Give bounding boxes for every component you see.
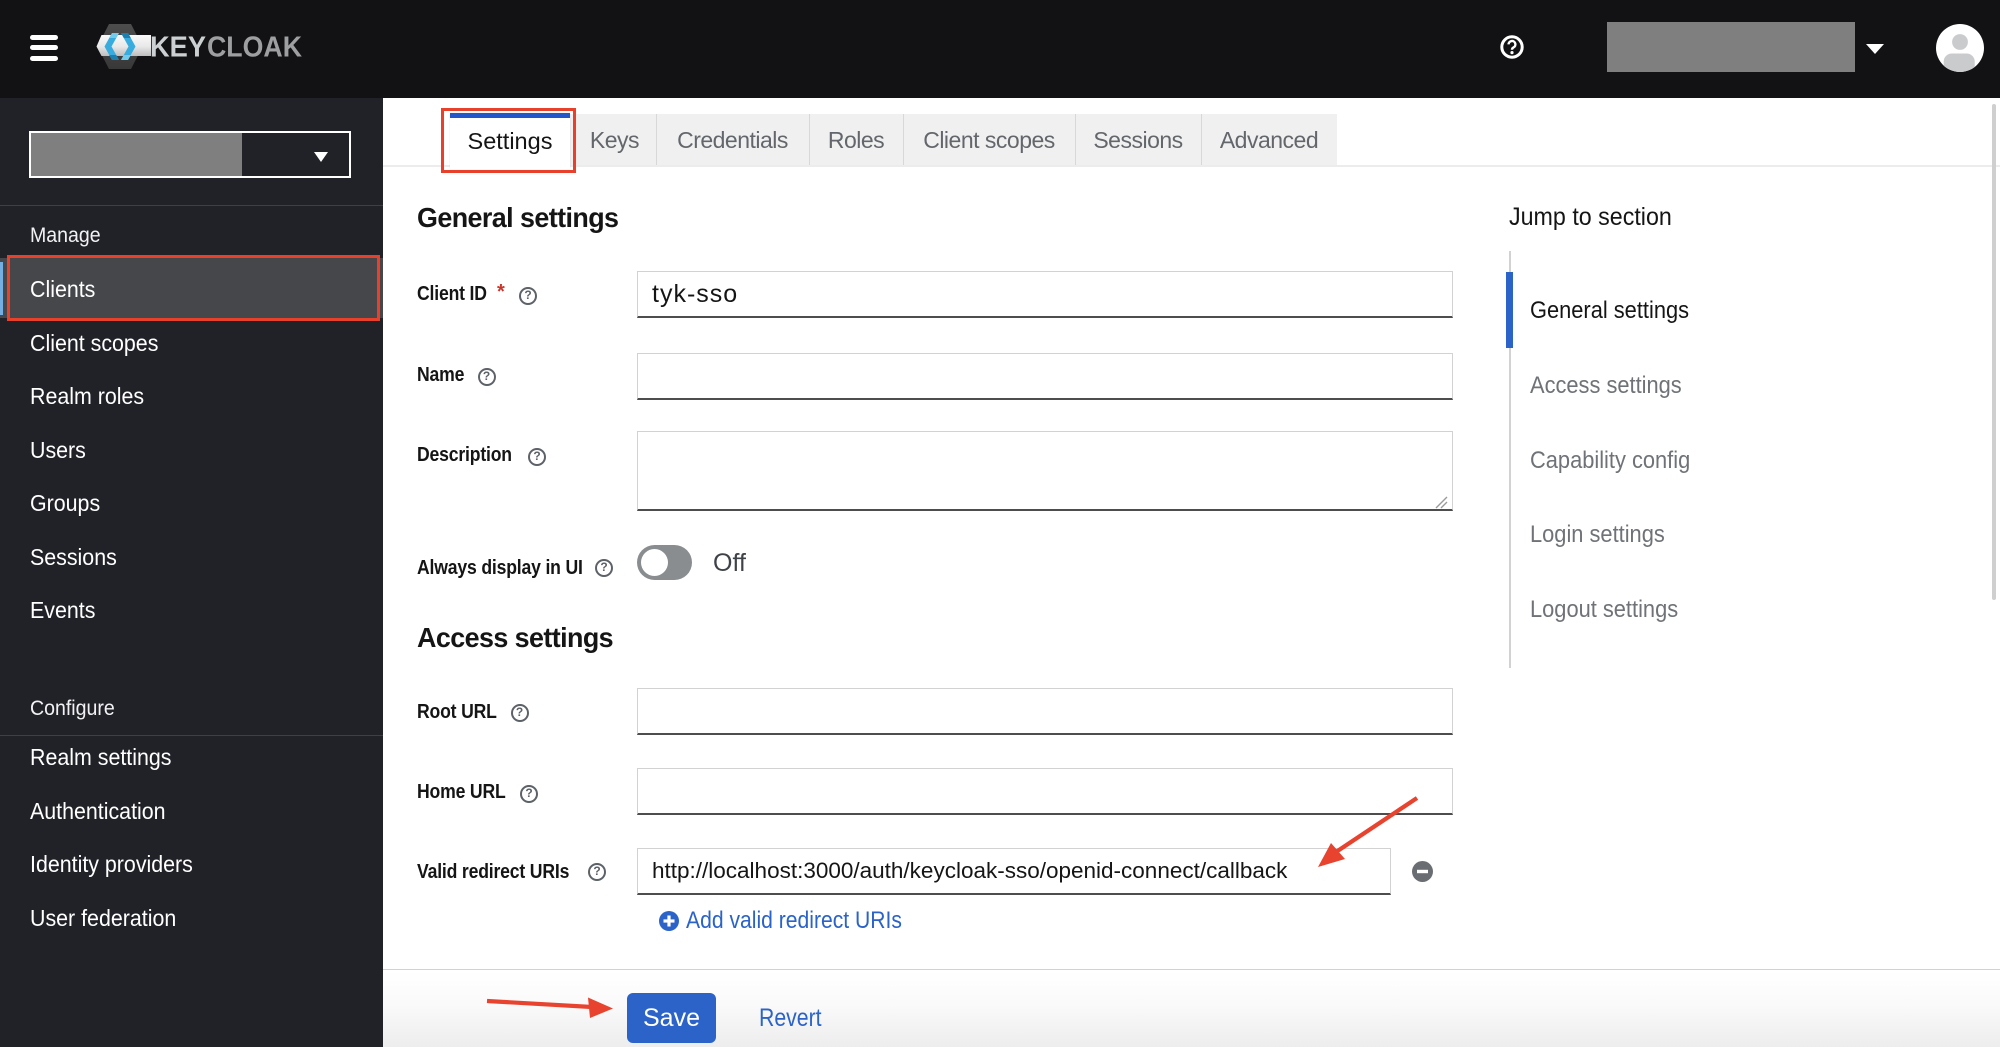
svg-text:KEY: KEY: [150, 32, 206, 64]
svg-text:CLOAK: CLOAK: [207, 32, 302, 64]
